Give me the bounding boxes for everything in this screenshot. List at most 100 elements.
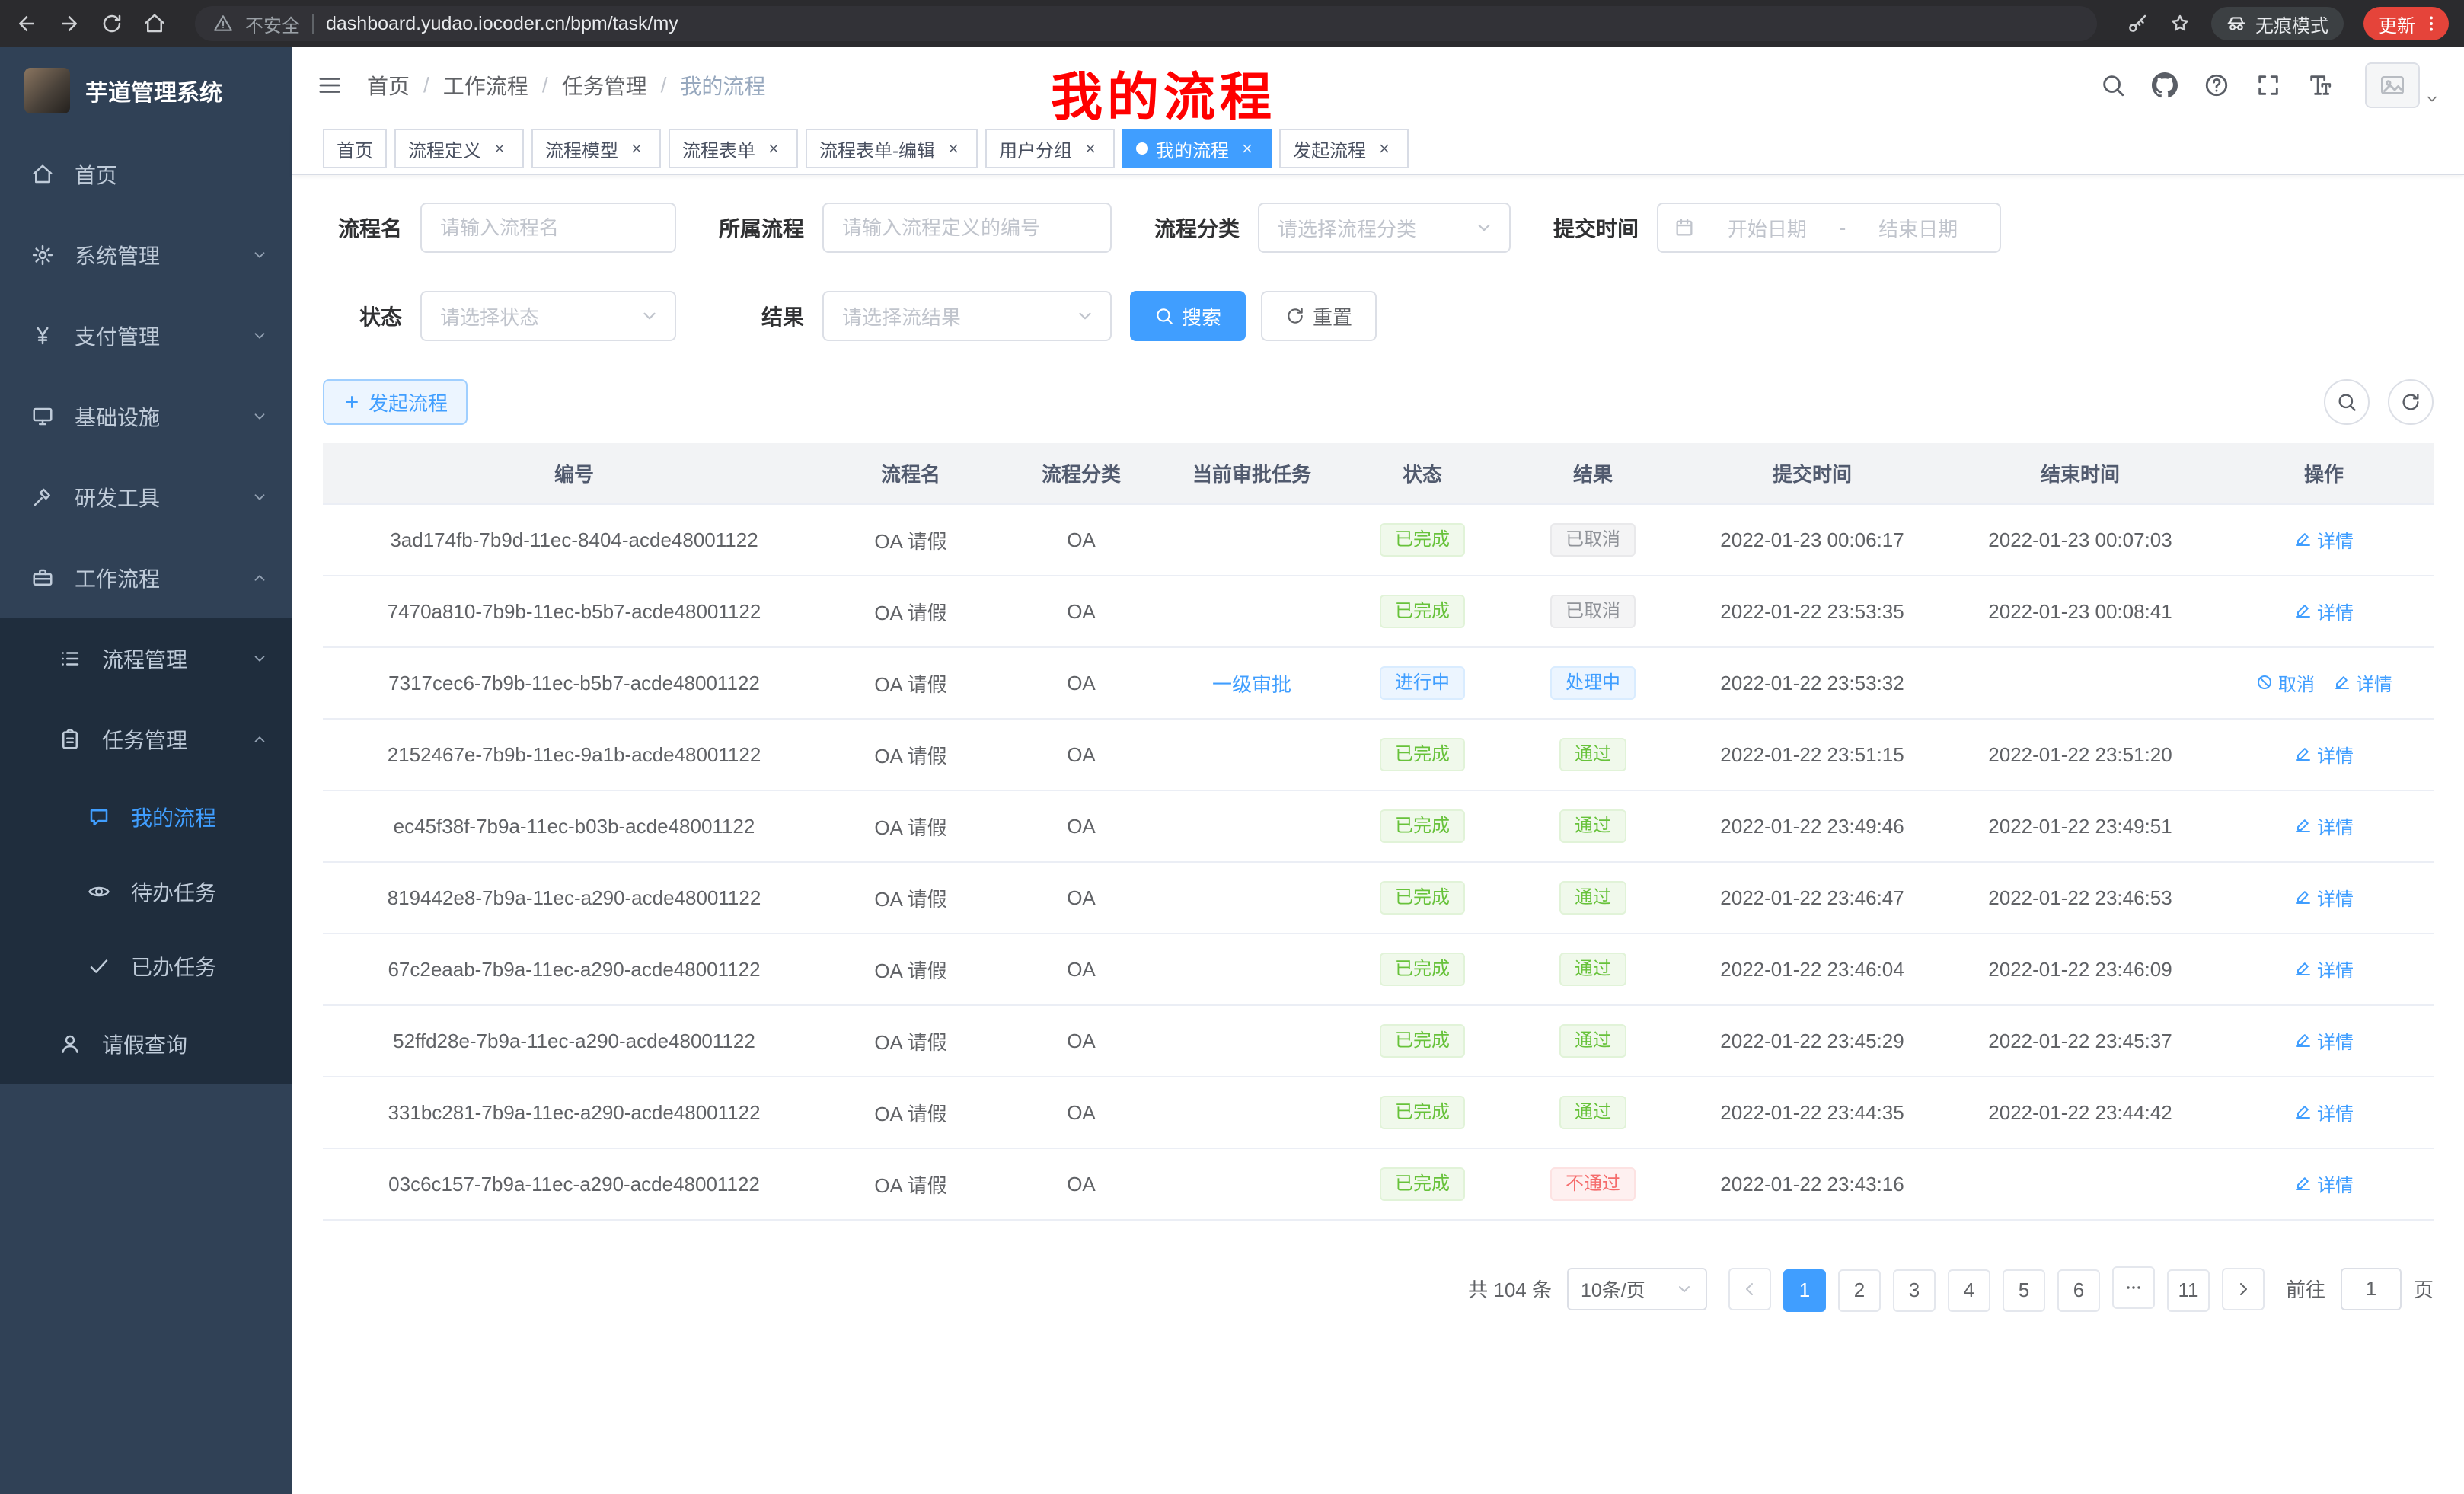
browser-home-icon[interactable] [143, 12, 166, 35]
home-icon [30, 163, 55, 186]
search-button[interactable]: 搜索 [1130, 291, 1246, 341]
pager-page-3[interactable]: 3 [1893, 1269, 1936, 1312]
browser-menu-icon[interactable] [2421, 14, 2441, 34]
sidebar-item-6[interactable]: 流程管理 [0, 618, 292, 699]
detail-link[interactable]: 详情 [2294, 526, 2354, 553]
avatar-caret-icon [2424, 91, 2440, 108]
sidebar-item-9[interactable]: 待办任务 [0, 854, 292, 929]
submit-time-range-picker[interactable]: 开始日期 - 结束日期 [1657, 203, 2001, 253]
cell-category: OA [996, 719, 1167, 790]
next-page-button[interactable] [2222, 1268, 2265, 1310]
browser-reload-icon[interactable] [101, 12, 123, 35]
update-button[interactable]: 更新 [2363, 7, 2449, 40]
sidebar-item-8[interactable]: 我的流程 [0, 780, 292, 854]
table-toolbar-right [2306, 379, 2434, 425]
cell-result: 已取消 [1508, 504, 1678, 576]
goto-page-input[interactable] [2341, 1268, 2402, 1310]
font-size-icon[interactable] [2307, 72, 2333, 98]
password-key-icon[interactable] [2126, 12, 2149, 35]
pager-page-2[interactable]: 2 [1838, 1269, 1881, 1312]
sidebar-item-5[interactable]: 工作流程 [0, 538, 292, 618]
page-size-select[interactable]: 10条/页 [1567, 1268, 1707, 1310]
detail-link[interactable]: 详情 [2294, 884, 2354, 911]
cell-end-time: 2022-01-22 23:45:37 [1946, 1005, 2214, 1077]
sidebar-item-11[interactable]: 请假查询 [0, 1004, 292, 1084]
tab-5[interactable]: 用户分组 [985, 129, 1115, 168]
tab-label: 流程表单-编辑 [819, 136, 935, 162]
sidebar-item-label: 我的流程 [131, 802, 268, 832]
pager-page-5[interactable]: 5 [2003, 1269, 2045, 1312]
browser-back-icon[interactable] [15, 12, 38, 35]
tab-label: 我的流程 [1156, 136, 1229, 162]
help-docs-icon[interactable] [2204, 72, 2229, 98]
detail-link[interactable]: 详情 [2294, 598, 2354, 624]
cell-actions: 详情 [2214, 790, 2434, 862]
result-select[interactable]: 请选择流结果 [822, 291, 1112, 341]
prev-page-button[interactable] [1728, 1268, 1771, 1310]
cancel-link[interactable]: 取消 [2255, 669, 2315, 696]
sidebar-item-7[interactable]: 任务管理 [0, 699, 292, 780]
pager-page-6[interactable]: 6 [2057, 1269, 2100, 1312]
detail-link[interactable]: 详情 [2294, 1027, 2354, 1054]
tab-2[interactable]: 流程模型 [531, 129, 661, 168]
table-row: 7470a810-7b9b-11ec-b5b7-acde48001122OA 请… [323, 576, 2434, 647]
breadcrumb-separator: / [661, 73, 667, 97]
sidebar-item-label: 基础设施 [75, 401, 251, 432]
tab-6[interactable]: 我的流程 [1122, 129, 1272, 168]
reset-button[interactable]: 重置 [1261, 291, 1377, 341]
collapse-menu-icon[interactable] [292, 72, 367, 98]
pager-page-4[interactable]: 4 [1948, 1269, 1990, 1312]
user-avatar[interactable] [2365, 62, 2440, 108]
status-select[interactable]: 请选择状态 [420, 291, 676, 341]
browser-forward-icon[interactable] [58, 12, 81, 35]
start-process-button[interactable]: 发起流程 [323, 379, 468, 425]
cell-process-name: OA 请假 [825, 1077, 996, 1148]
sidebar-item-4[interactable]: 研发工具 [0, 457, 292, 538]
tab-0[interactable]: 首页 [323, 129, 387, 168]
address-bar[interactable]: 不安全 dashboard.yudao.iocoder.cn/bpm/task/… [195, 6, 2097, 41]
breadcrumb-item-2[interactable]: 任务管理 [562, 70, 647, 101]
sidebar-item-0[interactable]: 首页 [0, 134, 292, 215]
cell-actions: 详情 [2214, 719, 2434, 790]
pager-page-1[interactable]: 1 [1783, 1269, 1826, 1312]
process-name-input[interactable] [420, 203, 676, 253]
tab-1[interactable]: 流程定义 [394, 129, 524, 168]
detail-link[interactable]: 详情 [2333, 669, 2392, 696]
detail-link[interactable]: 详情 [2294, 1170, 2354, 1197]
pager-page-11[interactable]: 11 [2167, 1269, 2210, 1312]
breadcrumb-item-0[interactable]: 首页 [367, 70, 410, 101]
detail-link-label: 详情 [2317, 1099, 2354, 1125]
refresh-table-button[interactable] [2388, 379, 2434, 425]
sidebar-item-1[interactable]: 系统管理 [0, 215, 292, 295]
detail-link[interactable]: 详情 [2294, 741, 2354, 768]
result-tag: 通过 [1559, 1096, 1626, 1129]
tab-3[interactable]: 流程表单 [669, 129, 798, 168]
page-size-value: 10条/页 [1581, 1275, 1645, 1303]
detail-link-label: 详情 [2317, 1170, 2354, 1197]
detail-link[interactable]: 详情 [2294, 812, 2354, 839]
toggle-search-button[interactable] [2324, 379, 2370, 425]
cell-id: 331bc281-7b9a-11ec-a290-acde48001122 [323, 1077, 825, 1148]
pager-more[interactable] [2112, 1266, 2155, 1309]
tab-7[interactable]: 发起流程 [1279, 129, 1409, 168]
tab-4[interactable]: 流程表单-编辑 [806, 129, 978, 168]
cell-result: 通过 [1508, 934, 1678, 1005]
cell-status: 已完成 [1337, 934, 1508, 1005]
sidebar-item-3[interactable]: 基础设施 [0, 376, 292, 457]
category-select[interactable]: 请选择流程分类 [1258, 203, 1511, 253]
breadcrumb-item-1[interactable]: 工作流程 [443, 70, 528, 101]
detail-link[interactable]: 详情 [2294, 956, 2354, 982]
process-table: 编号流程名流程分类当前审批任务状态结果提交时间结束时间操作 3ad174fb-7… [323, 443, 2434, 1221]
sidebar-item-10[interactable]: 已办任务 [0, 929, 292, 1004]
github-icon[interactable] [2152, 72, 2178, 98]
detail-link[interactable]: 详情 [2294, 1099, 2354, 1125]
fullscreen-icon[interactable] [2255, 72, 2281, 98]
process-id-input[interactable] [822, 203, 1112, 253]
table-row: 52ffd28e-7b9a-11ec-a290-acde48001122OA 请… [323, 1005, 2434, 1077]
bookmark-star-icon[interactable] [2169, 12, 2191, 35]
header-search-icon[interactable] [2100, 72, 2126, 98]
sidebar-item-2[interactable]: 支付管理 [0, 295, 292, 376]
current-task-link[interactable]: 一级审批 [1212, 673, 1291, 696]
cell-status: 已完成 [1337, 1148, 1508, 1220]
cell-process-name: OA 请假 [825, 1005, 996, 1077]
